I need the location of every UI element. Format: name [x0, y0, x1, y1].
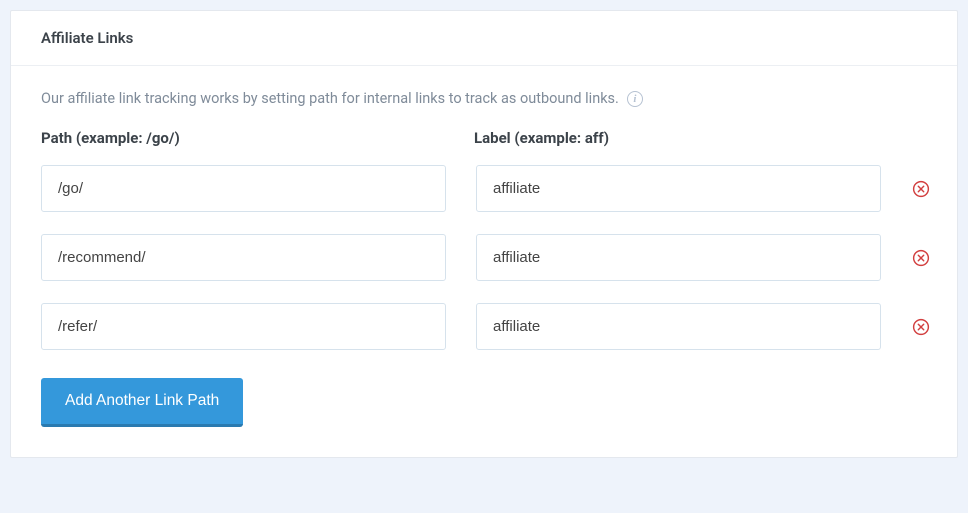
path-input[interactable] — [41, 165, 446, 212]
add-link-path-button[interactable]: Add Another Link Path — [41, 378, 243, 427]
close-icon — [912, 249, 930, 267]
path-input[interactable] — [41, 234, 446, 281]
link-row — [41, 303, 931, 350]
card-body: Our affiliate link tracking works by set… — [11, 66, 957, 457]
info-icon[interactable]: i — [627, 91, 643, 107]
affiliate-links-card: Affiliate Links Our affiliate link track… — [10, 10, 958, 458]
card-header: Affiliate Links — [11, 11, 957, 66]
label-input[interactable] — [476, 303, 881, 350]
close-icon — [912, 180, 930, 198]
column-headers: Path (example: /go/) Label (example: aff… — [41, 129, 927, 165]
delete-row-button[interactable] — [911, 179, 931, 199]
close-icon — [912, 318, 930, 336]
label-column: Label (example: aff) — [474, 129, 877, 165]
path-column: Path (example: /go/) — [41, 129, 444, 165]
label-header: Label (example: aff) — [474, 129, 877, 147]
label-input[interactable] — [476, 234, 881, 281]
link-row — [41, 165, 931, 212]
description-text: Our affiliate link tracking works by set… — [41, 90, 619, 107]
label-input[interactable] — [476, 165, 881, 212]
path-input[interactable] — [41, 303, 446, 350]
rows-container — [41, 165, 931, 350]
link-row — [41, 234, 931, 281]
delete-row-button[interactable] — [911, 248, 931, 268]
card-title: Affiliate Links — [41, 29, 927, 47]
delete-row-button[interactable] — [911, 317, 931, 337]
card-description: Our affiliate link tracking works by set… — [41, 90, 927, 107]
path-header: Path (example: /go/) — [41, 129, 444, 147]
